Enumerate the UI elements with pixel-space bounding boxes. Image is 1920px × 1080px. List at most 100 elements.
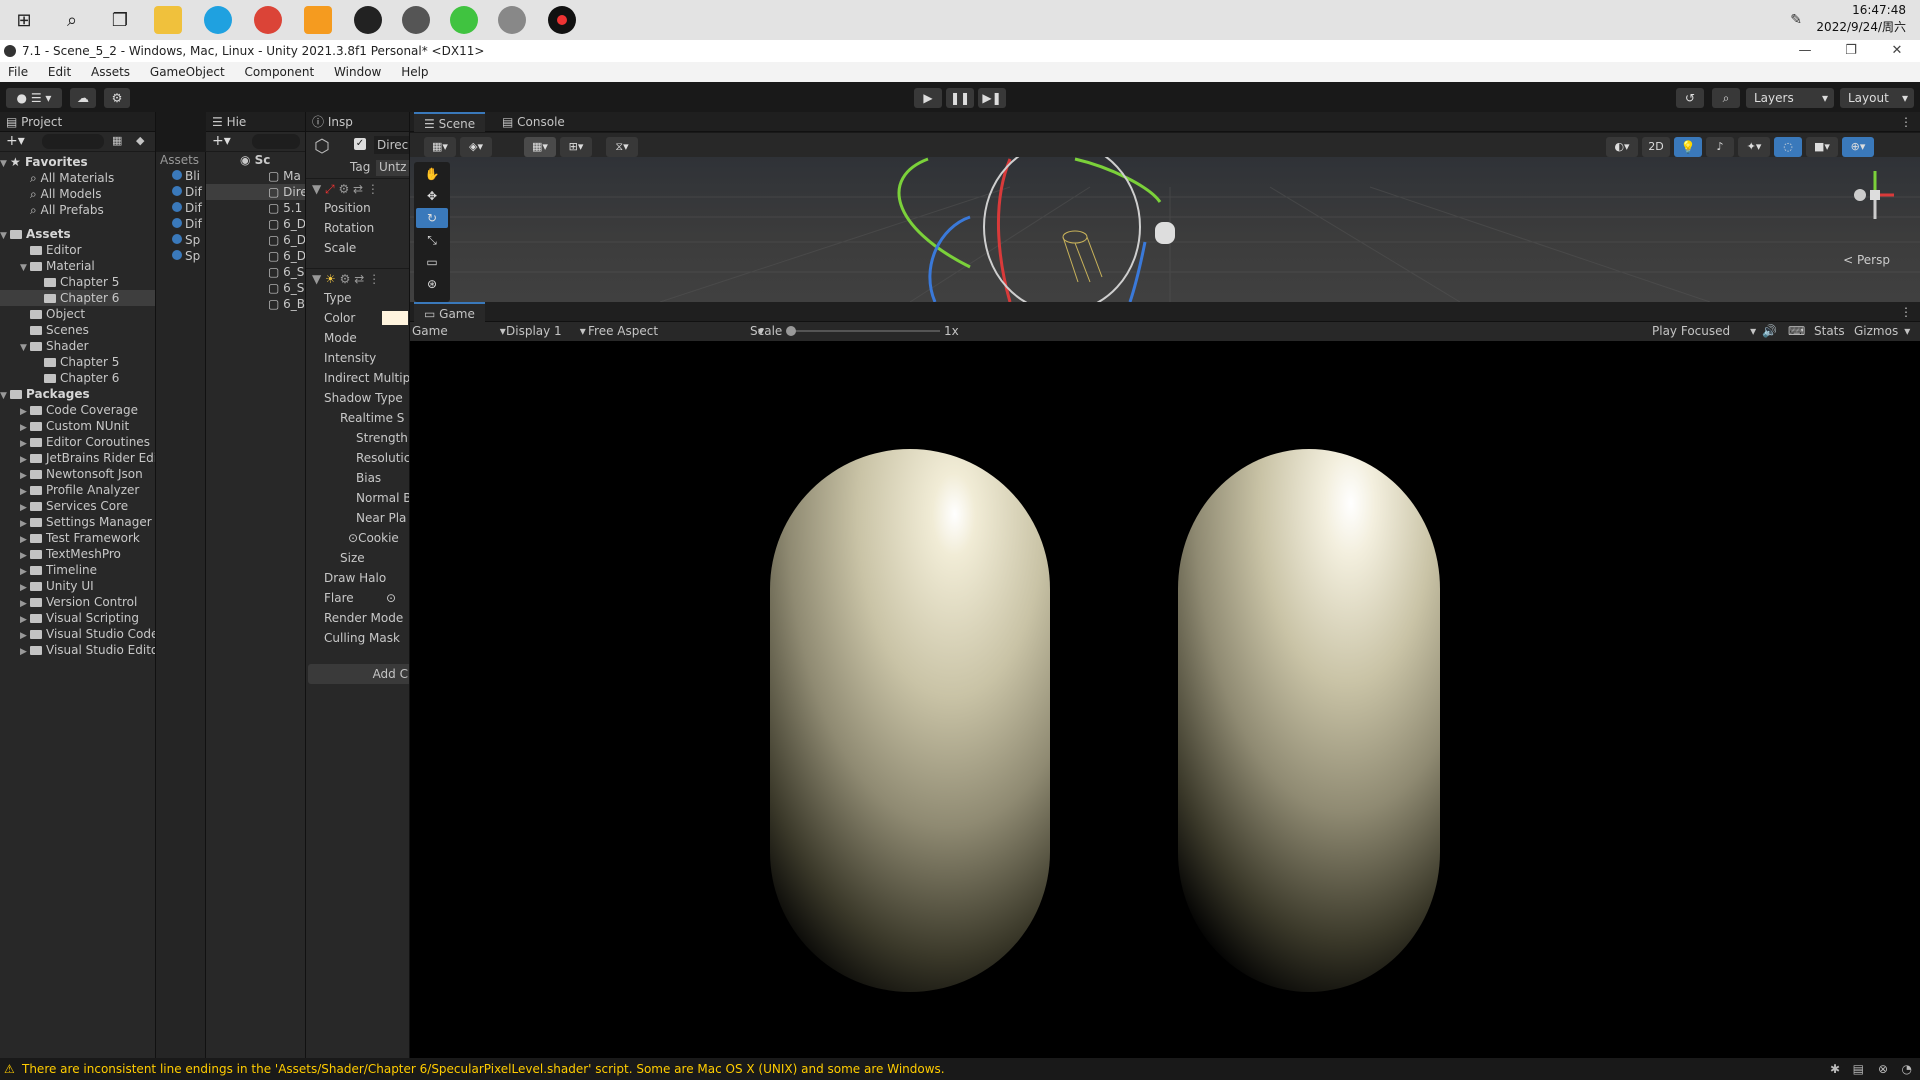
aspect-dropdown[interactable]: Free Aspect ▾ (588, 324, 764, 338)
file-explorer-icon[interactable] (154, 6, 182, 34)
transform-tool-icon[interactable]: ⊛ (416, 274, 448, 294)
status-bar[interactable]: ⚠ There are inconsistent line endings in… (0, 1058, 1920, 1080)
package-item[interactable]: ▶ Services Core (0, 498, 155, 514)
asset-item[interactable]: Dif (156, 200, 205, 216)
orientation-gizmo[interactable] (1850, 165, 1900, 225)
menu-gameobject[interactable]: GameObject (150, 65, 225, 79)
scene-camera-icon[interactable]: ■▾ (1806, 137, 1838, 157)
search-icon[interactable]: ⌕ (1712, 88, 1740, 108)
camera-settings-icon[interactable]: ⧖▾ (606, 137, 638, 157)
unity-editor-icon[interactable] (402, 6, 430, 34)
add-component-button[interactable]: Add C (308, 664, 409, 684)
lighting-toggle-icon[interactable]: 💡 (1674, 137, 1702, 157)
light-component-header[interactable]: ▼ ☀ ⚙ ⇄ ⋮ (306, 268, 409, 288)
label-icon[interactable]: ◆ (136, 134, 144, 147)
scale-slider-thumb[interactable] (786, 326, 796, 336)
hierarchy-item-selected[interactable]: ▢ Dire (206, 184, 305, 200)
effects-icon[interactable]: ✦▾ (1738, 137, 1770, 157)
package-item[interactable]: ▶ Custom NUnit (0, 418, 155, 434)
chrome-browser-icon[interactable] (254, 6, 282, 34)
package-item[interactable]: ▶ Newtonsoft Json (0, 466, 155, 482)
tab-scene[interactable]: ☰ Scene (414, 112, 486, 132)
add-icon[interactable]: +▾ (212, 133, 231, 149)
menu-help[interactable]: Help (401, 65, 428, 79)
tab-hierarchy[interactable]: ☰ Hie (206, 112, 305, 132)
filter-icon[interactable]: ▦ (112, 134, 122, 147)
auto-generate-lighting-icon[interactable]: ◔ (1902, 1058, 1912, 1080)
object-picker-icon[interactable]: ⊙ (386, 588, 396, 608)
play-focused-dropdown[interactable]: Play Focused ▾ (1652, 324, 1756, 338)
menu-edit[interactable]: Edit (48, 65, 71, 79)
hand-tool-icon[interactable]: ✋ (416, 164, 448, 184)
layout-dropdown[interactable]: Layout ▾ (1840, 88, 1914, 108)
step-button[interactable]: ▶❚ (978, 88, 1006, 108)
folder-object[interactable]: Object (0, 306, 155, 322)
perspective-label[interactable]: < Persp (1843, 253, 1890, 267)
scale-slider[interactable] (786, 326, 940, 336)
wechat-icon[interactable] (450, 6, 478, 34)
package-item[interactable]: ▶ Unity UI (0, 578, 155, 594)
account-button[interactable]: ● ☰ ▾ (6, 88, 62, 108)
hierarchy-item[interactable]: ▢ 6_D (206, 216, 305, 232)
folder-material[interactable]: ▼ Material (0, 258, 155, 274)
layers-dropdown[interactable]: Layers ▾ (1746, 88, 1834, 108)
package-item[interactable]: ▶ Version Control (0, 594, 155, 610)
folder-shader-chapter6[interactable]: Chapter 6 (0, 370, 155, 386)
tab-inspector[interactable]: ⓘ Insp (306, 112, 409, 132)
package-item[interactable]: ▶ Visual Studio Code (0, 626, 155, 642)
assets-header[interactable]: ▼ Assets (0, 226, 155, 242)
play-button[interactable]: ▶ (914, 88, 942, 108)
hierarchy-item[interactable]: ▢ Ma (206, 168, 305, 184)
menu-file[interactable]: File (8, 65, 28, 79)
sublime-text-icon[interactable] (304, 6, 332, 34)
stats-button[interactable]: Stats (1814, 324, 1845, 338)
increment-snap-icon[interactable]: ⊞▾ (560, 137, 592, 157)
folder-material-chapter5[interactable]: Chapter 5 (0, 274, 155, 290)
display-dropdown[interactable]: Display 1 ▾ (506, 324, 586, 338)
package-item[interactable]: ▶ Visual Studio Editor (0, 642, 155, 658)
game-view-dropdown[interactable]: Game ▾ (412, 324, 506, 338)
project-search-input[interactable] (42, 134, 104, 149)
package-item[interactable]: ▶ Timeline (0, 562, 155, 578)
pause-button[interactable]: ❚❚ (946, 88, 974, 108)
tab-console[interactable]: ▤ Console (492, 112, 575, 132)
restore-icon[interactable]: ❐ (1828, 40, 1874, 62)
grid-snap-icon[interactable]: ▦▾ (524, 137, 556, 157)
history-icon[interactable]: ↺ (1676, 88, 1704, 108)
more-icon[interactable]: ⋮ (1900, 302, 1912, 322)
menu-assets[interactable]: Assets (91, 65, 130, 79)
package-item[interactable]: ▶ Profile Analyzer (0, 482, 155, 498)
shading-mode-icon[interactable]: ◐▾ (1606, 137, 1638, 157)
hierarchy-item[interactable]: ▢ 6_D (206, 248, 305, 264)
folder-scenes[interactable]: Scenes (0, 322, 155, 338)
object-name-field[interactable]: Direc (374, 136, 409, 154)
close-icon[interactable]: ✕ (1874, 40, 1920, 62)
unity-hub-icon[interactable] (354, 6, 382, 34)
system-clock[interactable]: 16:47:48 2022/9/24/周六 (1796, 2, 1906, 36)
package-item[interactable]: ▶ TextMeshPro (0, 546, 155, 562)
hierarchy-item[interactable]: ▢ 6_S (206, 264, 305, 280)
hierarchy-item[interactable]: ▢ 6_B (206, 296, 305, 312)
collab-icon[interactable]: ⚙ (104, 88, 130, 108)
windows-start-icon[interactable]: ⊞ (10, 6, 38, 34)
more-icon[interactable]: ⋮ (1900, 112, 1912, 132)
app-icon[interactable] (498, 6, 526, 34)
tab-game[interactable]: ▭ Game (414, 302, 485, 322)
packages-header[interactable]: ▼ Packages (0, 386, 155, 402)
package-item[interactable]: ▶ Test Framework (0, 530, 155, 546)
move-tool-icon[interactable]: ✥ (416, 186, 448, 206)
hierarchy-item[interactable]: ▢ 6_D (206, 232, 305, 248)
asset-item[interactable]: Bli (156, 168, 205, 184)
rect-tool-icon[interactable]: ▭ (416, 252, 448, 272)
package-item[interactable]: ▶ Settings Manager (0, 514, 155, 530)
light-color-swatch[interactable] (382, 311, 408, 325)
tab-project[interactable]: ▤ Project (0, 112, 155, 132)
hierarchy-item[interactable]: ▢ 5.1 (206, 200, 305, 216)
cache-icon[interactable]: ⊗ (1878, 1058, 1888, 1080)
keyboard-icon[interactable]: ⌨ (1788, 324, 1805, 338)
scale-tool-icon[interactable]: ⤡ (416, 230, 448, 250)
rotate-tool-icon[interactable]: ↻ (416, 208, 448, 228)
folder-shader[interactable]: ▼ Shader (0, 338, 155, 354)
package-item[interactable]: ▶ Code Coverage (0, 402, 155, 418)
package-item[interactable]: ▶ Editor Coroutines (0, 434, 155, 450)
